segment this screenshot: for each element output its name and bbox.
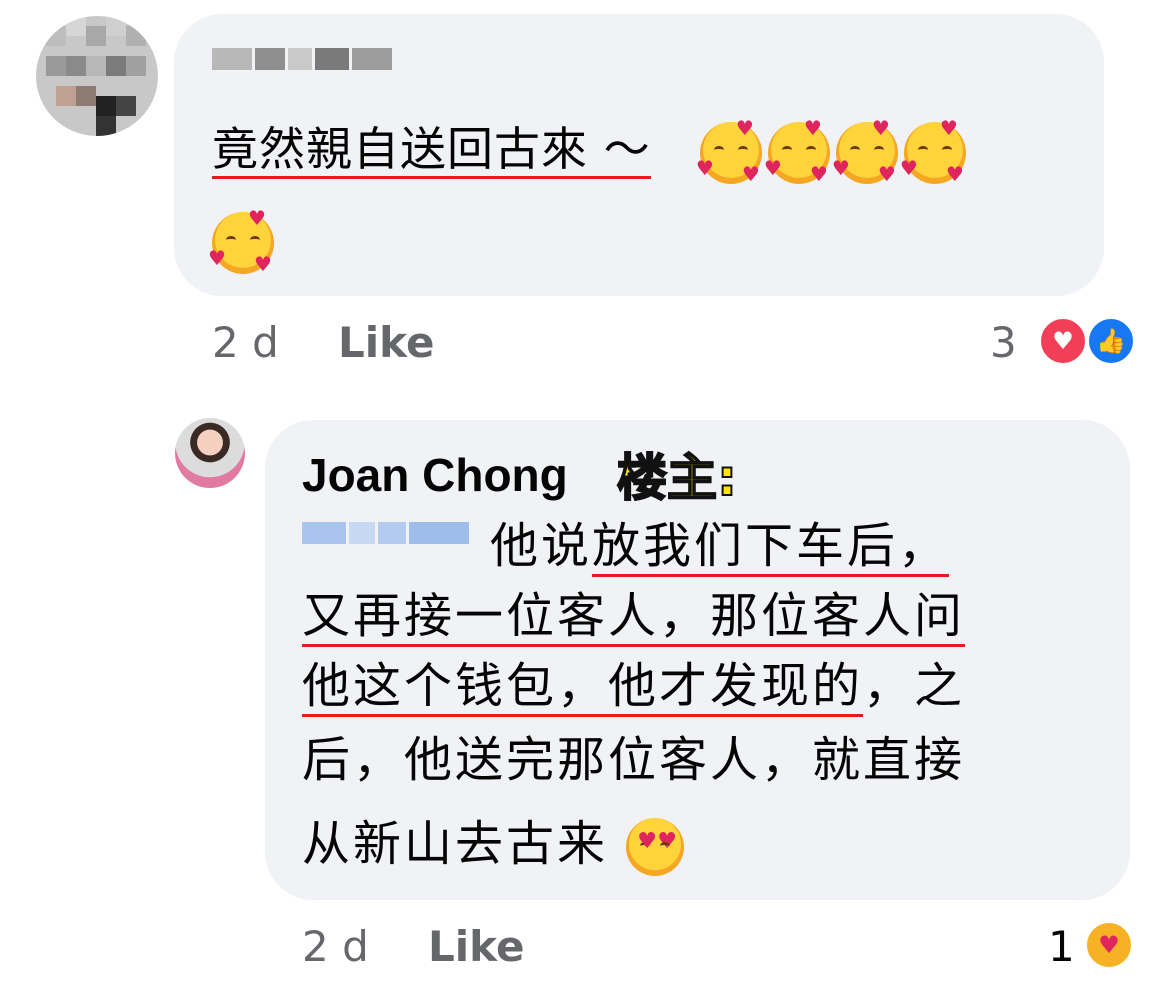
comment-underlined-text: 竟然親自送回古來 ～ [212, 122, 651, 179]
commenter-name-blurred[interactable] [212, 48, 392, 70]
care-reaction-icon[interactable]: ♥ [1084, 920, 1134, 970]
reply-line1: 他说放我们下车后， [490, 516, 950, 577]
comment-text: 竟然親自送回古來 ～ ♥ ♥ ♥ ♥ ♥ ♥ ♥ ♥ ♥ ♥ ♥ ♥ [212, 118, 972, 184]
smiling-hearts-emoji-icon: ♥ ♥ ♥ [831, 115, 898, 186]
reply-reaction-count[interactable]: 1 [1048, 922, 1075, 971]
author-name[interactable]: Joan Chong [302, 448, 568, 502]
comment-text-line2: ♥ ♥ ♥ [208, 205, 280, 276]
mentioned-name-blurred[interactable] [302, 522, 469, 544]
reaction-count[interactable]: 3 [990, 318, 1017, 367]
smiling-hearts-emoji-icon: ♥ ♥ ♥ [763, 115, 830, 186]
reply-like-button[interactable]: Like [428, 922, 524, 971]
smiling-hearts-emoji-icon: ♥ ♥ ♥ [695, 115, 762, 186]
reply-line2: 又再接一位客人，那位客人问 [302, 586, 966, 647]
commenter-avatar[interactable] [36, 16, 158, 136]
smiling-hearts-emoji-icon: ♥ ♥ ♥ [208, 205, 274, 276]
like-reaction-icon[interactable]: 👍 [1086, 316, 1136, 366]
reply-line2-underlined: 又再接一位客人，那位客人问 [302, 588, 966, 647]
reply-line3: 他这个钱包，他才发现的，之 [302, 656, 966, 717]
reply-line3-underlined: 他这个钱包，他才发现的 [302, 658, 864, 717]
author-avatar[interactable] [175, 418, 245, 488]
reply-line1-underlined: 放我们下车后， [592, 518, 950, 577]
smiling-hearts-emoji-icon: ♥ ♥ ♥ [899, 115, 966, 186]
heart-eyes-emoji-icon: ♥ ♥ [626, 818, 685, 876]
comment-age[interactable]: 2 d [212, 318, 279, 367]
reply-line5-text: 从新山去古来 [302, 816, 609, 872]
reply-line1-plain: 他说 [490, 518, 593, 574]
reply-age[interactable]: 2 d [302, 922, 369, 971]
reply-line3-plain: ，之 [863, 658, 966, 714]
heart-reaction-icon[interactable]: ♥ [1038, 316, 1088, 366]
like-button[interactable]: Like [338, 318, 434, 367]
author-tag: 楼主: [616, 448, 738, 508]
reply-line4: 后，他送完那位客人，就直接 [302, 732, 966, 788]
reply-line5: 从新山去古来 ♥ ♥ [302, 814, 690, 876]
